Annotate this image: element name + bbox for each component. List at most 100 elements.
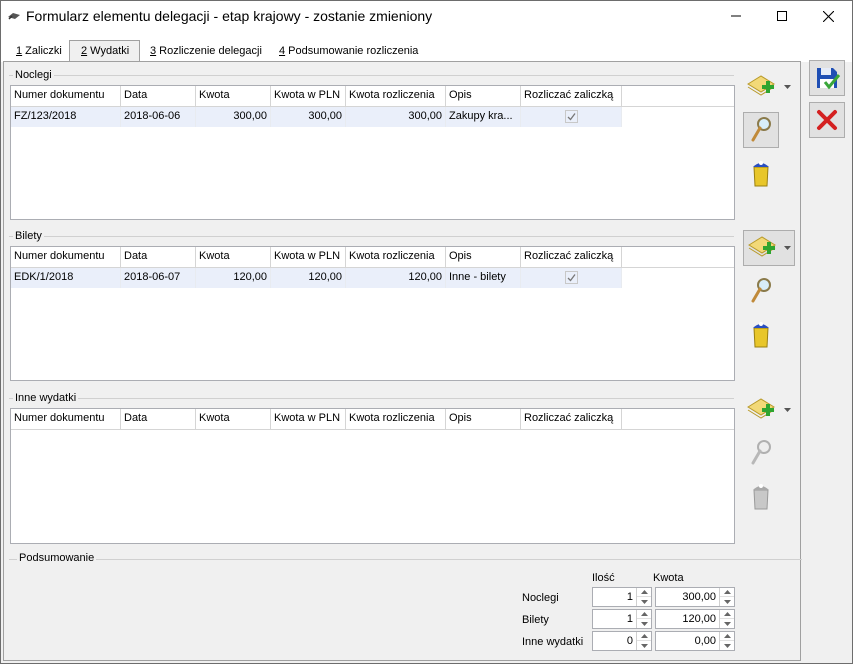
noclegi-preview-button[interactable] — [743, 112, 779, 148]
col-rozliczac-zaliczka[interactable]: Rozliczać zaliczką — [521, 247, 622, 267]
noclegi-ilosc-stepper[interactable]: 1 — [592, 587, 652, 607]
col-kwota-w-pln[interactable]: Kwota w PLN — [271, 247, 346, 267]
spin-buttons — [636, 610, 651, 628]
col-kwota[interactable]: Kwota — [196, 409, 271, 429]
minimize-icon — [731, 15, 741, 17]
inne-add-dropdown[interactable] — [780, 392, 794, 428]
spin-down-button[interactable] — [637, 641, 651, 650]
noclegi-ilosc-value: 1 — [626, 591, 633, 603]
app-icon — [8, 13, 20, 20]
save-button[interactable] — [809, 60, 845, 96]
close-button[interactable] — [805, 1, 851, 31]
bilety-grid[interactable]: Numer dokumentu Data Kwota Kwota w PLN K… — [10, 246, 735, 381]
tab-podsumowanie-rozliczenia[interactable]: 4 Podsumowanie rozliczenia — [279, 42, 418, 62]
inne-preview-button[interactable] — [743, 435, 779, 471]
summary-label-noclegi: Noclegi — [522, 592, 559, 604]
trash-bin-icon — [753, 161, 769, 187]
table-row[interactable]: EDK/1/2018 2018-06-07 120,00 120,00 120,… — [11, 268, 622, 288]
spin-down-button[interactable] — [720, 597, 734, 606]
col-rozliczac-zaliczka[interactable]: Rozliczać zaliczką — [521, 86, 622, 106]
noclegi-add-button[interactable] — [743, 69, 779, 105]
col-numer-dokumentu[interactable]: Numer dokumentu — [11, 247, 121, 267]
trash-bin-icon — [753, 322, 769, 348]
inne-delete-button[interactable] — [743, 478, 779, 514]
summary-col-ilosc: Ilość — [592, 572, 615, 584]
maximize-icon — [777, 11, 787, 21]
tab-rozliczenie-delegacji[interactable]: 3 Rozliczenie delegacji — [150, 42, 262, 62]
magnifier-icon — [751, 117, 771, 142]
spin-down-button[interactable] — [720, 619, 734, 628]
checkmark-icon[interactable] — [565, 110, 578, 123]
col-numer-dokumentu[interactable]: Numer dokumentu — [11, 409, 121, 429]
inne-grid-header: Numer dokumentu Data Kwota Kwota w PLN K… — [11, 409, 734, 430]
maximize-button[interactable] — [759, 1, 805, 31]
cell-kwota: 120,00 — [196, 268, 271, 288]
inne-ilosc-stepper[interactable]: 0 — [592, 631, 652, 651]
summary-label-bilety: Bilety — [522, 614, 549, 626]
spin-down-button[interactable] — [637, 597, 651, 606]
bilety-kwota-stepper[interactable]: 120,00 — [655, 609, 735, 629]
col-rozliczac-zaliczka[interactable]: Rozliczać zaliczką — [521, 409, 622, 429]
col-kwota[interactable]: Kwota — [196, 86, 271, 106]
add-document-icon — [747, 398, 775, 419]
cell-rozliczac — [521, 107, 622, 127]
chevron-down-icon — [783, 408, 791, 412]
spin-up-button[interactable] — [637, 610, 651, 619]
col-kwota-rozliczenia[interactable]: Kwota rozliczenia — [346, 86, 446, 106]
spin-up-button[interactable] — [637, 588, 651, 597]
spin-up-button[interactable] — [720, 632, 734, 641]
trash-bin-icon — [753, 484, 769, 510]
chevron-down-icon — [723, 621, 731, 626]
bilety-delete-button[interactable] — [743, 316, 779, 352]
spin-up-button[interactable] — [637, 632, 651, 641]
noclegi-delete-button[interactable] — [743, 155, 779, 191]
col-data[interactable]: Data — [121, 409, 196, 429]
chevron-up-icon — [640, 590, 648, 594]
noclegi-grid[interactable]: Numer dokumentu Data Kwota Kwota w PLN K… — [10, 85, 735, 220]
inne-wydatki-grid[interactable]: Numer dokumentu Data Kwota Kwota w PLN K… — [10, 408, 735, 544]
noclegi-grid-header: Numer dokumentu Data Kwota Kwota w PLN K… — [11, 86, 734, 107]
col-kwota-w-pln[interactable]: Kwota w PLN — [271, 409, 346, 429]
dialog-window: Formularz elementu delegacji - etap kraj… — [0, 0, 853, 664]
spin-up-button[interactable] — [720, 610, 734, 619]
spin-buttons — [719, 588, 734, 606]
chevron-up-icon — [723, 590, 731, 594]
spin-up-button[interactable] — [720, 588, 734, 597]
col-kwota[interactable]: Kwota — [196, 247, 271, 267]
chevron-up-icon — [640, 634, 648, 638]
table-row[interactable]: FZ/123/2018 2018-06-06 300,00 300,00 300… — [11, 107, 622, 127]
window-title: Formularz elementu delegacji - etap kraj… — [26, 8, 433, 24]
chevron-up-icon — [723, 612, 731, 616]
col-data[interactable]: Data — [121, 86, 196, 106]
cell-data: 2018-06-07 — [121, 268, 196, 288]
inne-add-button[interactable] — [743, 392, 779, 428]
spin-buttons — [719, 632, 734, 650]
noclegi-add-dropdown[interactable] — [780, 69, 794, 105]
bilety-ilosc-stepper[interactable]: 1 — [592, 609, 652, 629]
spin-down-button[interactable] — [637, 619, 651, 628]
col-opis[interactable]: Opis — [446, 409, 521, 429]
magnifier-icon — [751, 440, 771, 465]
group-divider — [9, 398, 734, 399]
cancel-button[interactable] — [809, 102, 845, 138]
chevron-down-icon — [640, 643, 648, 648]
col-kwota-rozliczenia[interactable]: Kwota rozliczenia — [346, 247, 446, 267]
col-opis[interactable]: Opis — [446, 86, 521, 106]
noclegi-kwota-value: 300,00 — [682, 591, 716, 603]
col-data[interactable]: Data — [121, 247, 196, 267]
tab-zaliczki[interactable]: 1 Zaliczki — [16, 42, 62, 62]
spin-down-button[interactable] — [720, 641, 734, 650]
summary-label-inne: Inne wydatki — [522, 636, 584, 648]
minimize-button[interactable] — [713, 1, 759, 31]
bilety-add-dropdown[interactable] — [780, 230, 794, 266]
col-opis[interactable]: Opis — [446, 247, 521, 267]
noclegi-kwota-stepper[interactable]: 300,00 — [655, 587, 735, 607]
tab-wydatki[interactable]: 2 Wydatki — [69, 40, 140, 62]
checkmark-icon[interactable] — [565, 271, 578, 284]
bilety-preview-button[interactable] — [743, 273, 779, 309]
chevron-up-icon — [723, 634, 731, 638]
col-numer-dokumentu[interactable]: Numer dokumentu — [11, 86, 121, 106]
inne-kwota-stepper[interactable]: 0,00 — [655, 631, 735, 651]
col-kwota-w-pln[interactable]: Kwota w PLN — [271, 86, 346, 106]
col-kwota-rozliczenia[interactable]: Kwota rozliczenia — [346, 409, 446, 429]
